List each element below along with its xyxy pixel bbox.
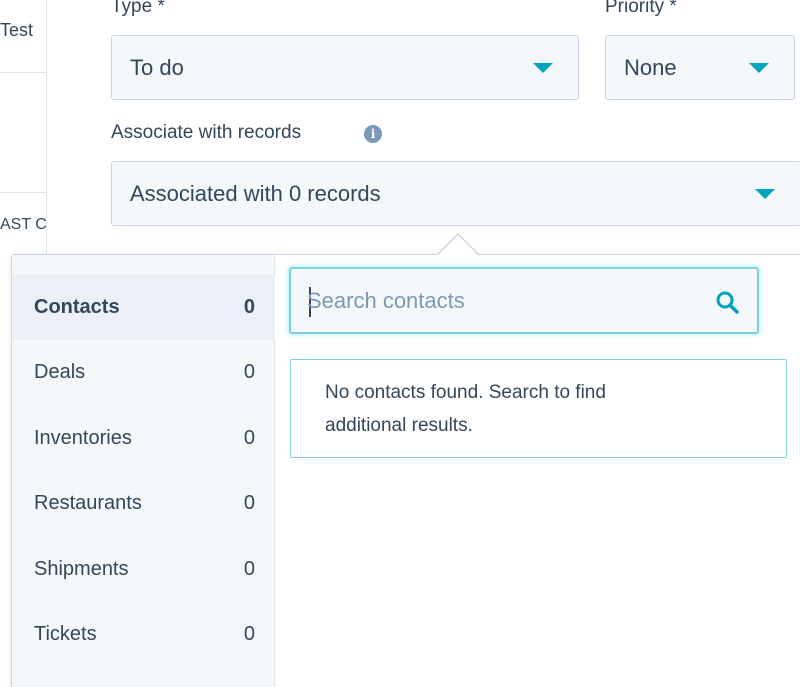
object-item-label: Tickets xyxy=(34,623,97,645)
empty-results-message: No contacts found. Search to find additi… xyxy=(290,359,787,458)
object-item-count: 0 xyxy=(243,623,255,645)
associate-label: Associate with records xyxy=(111,122,302,143)
object-item-count: 0 xyxy=(243,361,255,383)
object-item-inventories[interactable]: Inventories 0 xyxy=(12,406,275,471)
app-stage: Test AST C Type * To do Priority * None … xyxy=(0,0,800,687)
object-item-label: Contacts xyxy=(34,296,120,318)
search-contacts-input[interactable] xyxy=(307,283,707,319)
associate-records-select[interactable]: Associated with 0 records xyxy=(111,161,800,226)
type-label: Type * xyxy=(111,0,165,17)
object-item-label: Shipments xyxy=(34,558,129,580)
object-item-contacts[interactable]: Contacts 0 xyxy=(12,275,275,340)
object-item-tickets[interactable]: Tickets 0 xyxy=(12,602,275,667)
empty-results-line: No contacts found. Search to find xyxy=(325,382,606,403)
search-box xyxy=(289,267,759,334)
info-icon[interactable]: i xyxy=(364,125,382,143)
type-select[interactable]: To do xyxy=(111,35,579,100)
object-item-label: Deals xyxy=(34,361,86,383)
popover-arrow-fill xyxy=(437,235,479,256)
chevron-down-icon xyxy=(755,189,775,199)
object-item-shipments[interactable]: Shipments 0 xyxy=(12,537,275,602)
priority-select-value: None xyxy=(624,54,677,80)
object-item-restaurants[interactable]: Restaurants 0 xyxy=(12,471,275,536)
associate-records-popover: Contacts 0 Deals 0 Inventories 0 Restaur… xyxy=(11,254,800,687)
object-item-count: 0 xyxy=(243,558,255,580)
object-item-count: 0 xyxy=(243,427,255,449)
chevron-down-icon xyxy=(749,63,769,73)
empty-results-line: additional results. xyxy=(325,415,473,436)
associate-select-value: Associated with 0 records xyxy=(130,180,381,206)
type-select-value: To do xyxy=(130,54,184,80)
object-type-list: Contacts 0 Deals 0 Inventories 0 Restaur… xyxy=(12,255,275,687)
chevron-down-icon xyxy=(533,63,553,73)
object-item-label: Inventories xyxy=(34,427,132,449)
object-item-label: Restaurants xyxy=(34,492,142,514)
priority-label: Priority * xyxy=(605,0,677,17)
object-item-count: 0 xyxy=(243,296,255,318)
search-icon[interactable] xyxy=(715,290,739,314)
object-item-deals[interactable]: Deals 0 xyxy=(12,340,275,405)
priority-select[interactable]: None xyxy=(605,35,795,100)
object-item-count: 0 xyxy=(243,492,255,514)
